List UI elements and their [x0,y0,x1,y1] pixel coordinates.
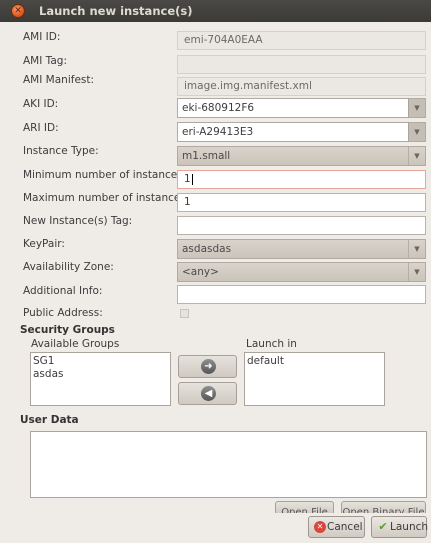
aki-id-value: eki-680912F6 [182,102,255,114]
chevron-down-icon[interactable]: ▼ [408,147,425,165]
availability-zone-select[interactable]: <any> ▼ [177,262,426,282]
arrow-right-icon: ➜ [201,359,216,374]
public-address-checkbox[interactable] [180,309,189,318]
chevron-down-icon[interactable]: ▼ [408,99,425,117]
aki-id-select[interactable]: eki-680912F6 ▼ [177,98,426,118]
remove-group-button[interactable]: ◀ [178,382,237,405]
max-instances-label: Maximum number of instances: [23,192,190,204]
add-group-button[interactable]: ➜ [178,355,237,378]
ami-manifest-label: AMI Manifest: [23,74,95,86]
close-icon[interactable]: ✕ [11,4,25,18]
min-instances-label: Minimum number of instances: [23,169,187,181]
availability-zone-value: <any> [182,266,219,278]
keypair-label: KeyPair: [23,238,65,250]
launch-in-label: Launch in [246,338,297,350]
ami-id-label: AMI ID: [23,31,61,43]
user-data-textarea[interactable] [30,431,427,498]
user-data-heading: User Data [20,414,79,426]
list-item[interactable]: SG1 [33,355,168,368]
additional-info-input[interactable] [177,285,426,304]
cancel-icon: ✕ [314,521,326,533]
instance-type-select[interactable]: m1.small ▼ [177,146,426,166]
chevron-down-icon[interactable]: ▼ [408,240,425,258]
max-instances-input[interactable]: 1 [177,193,426,212]
arrow-left-icon: ◀ [201,386,216,401]
available-groups-list[interactable]: SG1 asdas [30,352,171,406]
window-titlebar: ✕ Launch new instance(s) [0,0,431,22]
text-cursor [191,173,193,185]
cancel-label: Cancel [327,521,363,533]
min-instances-input[interactable]: 1 [177,170,426,189]
ami-manifest-field: image.img.manifest.xml [177,77,426,96]
instance-tag-input[interactable] [177,216,426,235]
list-item[interactable]: asdas [33,368,168,381]
ami-tag-field [177,55,426,74]
list-item[interactable]: default [247,355,382,368]
additional-info-label: Additional Info: [23,285,103,297]
ami-id-field: emi-704A0EAA [177,31,426,50]
cancel-button[interactable]: ✕ Cancel [308,516,365,538]
available-groups-label: Available Groups [31,338,120,350]
min-instances-value: 1 [184,173,191,185]
window-title: Launch new instance(s) [39,4,193,18]
chevron-down-icon[interactable]: ▼ [408,123,425,141]
chevron-down-icon[interactable]: ▼ [408,263,425,281]
aki-id-label: AKI ID: [23,98,59,110]
launch-label: Launch [390,521,429,533]
open-binary-file-button[interactable]: Open Binary File [341,501,426,513]
launch-in-list[interactable]: default [244,352,385,406]
check-icon: ✔ [378,520,388,533]
ari-id-select[interactable]: eri-A29413E3 ▼ [177,122,426,142]
ari-id-value: eri-A29413E3 [182,126,254,138]
keypair-select[interactable]: asdasdas ▼ [177,239,426,259]
security-groups-heading: Security Groups [20,324,115,336]
instance-type-value: m1.small [182,150,231,162]
open-file-button[interactable]: Open File [275,501,334,513]
availability-zone-label: Availability Zone: [23,261,114,273]
ari-id-label: ARI ID: [23,122,59,134]
launch-button[interactable]: ✔ Launch [371,516,429,538]
instance-tag-label: New Instance(s) Tag: [23,215,133,227]
keypair-value: asdasdas [182,243,232,255]
public-address-label: Public Address: [23,307,103,319]
instance-type-label: Instance Type: [23,145,99,157]
ami-tag-label: AMI Tag: [23,55,67,67]
